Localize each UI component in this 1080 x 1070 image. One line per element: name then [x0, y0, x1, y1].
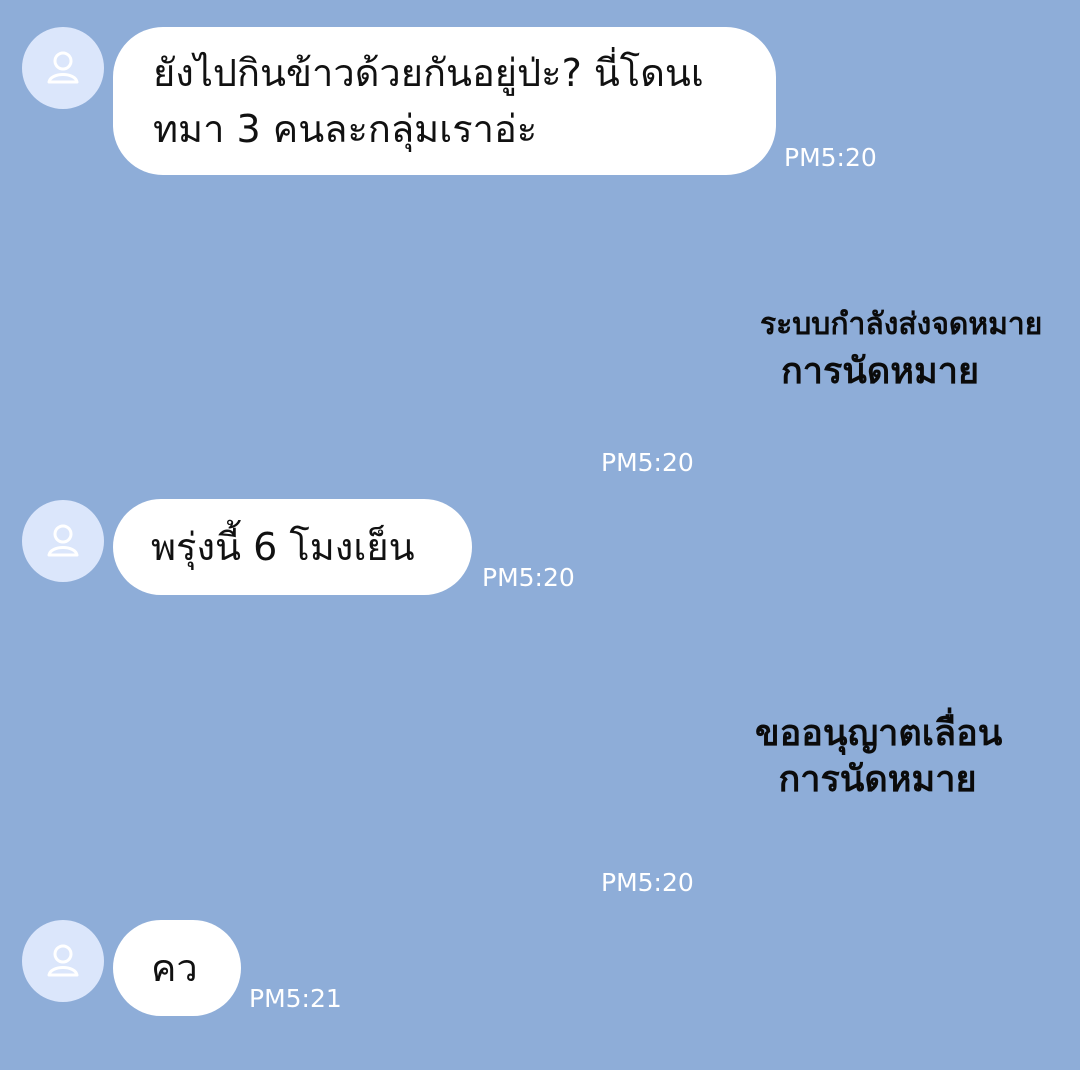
message-timestamp: PM5:20: [601, 448, 694, 477]
sticker-text-line: ระบบกำลังส่งจดหมาย: [760, 307, 1043, 342]
sticker-message[interactable]: ขออนุญาตเลื่อน การนัดหมาย: [755, 710, 1003, 802]
sender-avatar[interactable]: [22, 920, 104, 1002]
message-timestamp: PM5:20: [784, 143, 877, 172]
message-text-line: ทมา 3 คนละกลุ่มเราอ่ะ: [153, 107, 538, 151]
message-text-line: ยังไปกินข้าวด้วยกันอยู่ป่ะ? นี่โดนเ: [153, 51, 704, 95]
message-bubble[interactable]: พรุ่งนี้ 6 โมงเย็น: [113, 499, 472, 595]
message-bubble[interactable]: ยังไปกินข้าวด้วยกันอยู่ป่ะ? นี่โดนเ ทมา …: [113, 27, 776, 175]
message-timestamp: PM5:20: [601, 868, 694, 897]
message-bubble[interactable]: คว: [113, 920, 241, 1016]
sticker-text-line: การนัดหมาย: [780, 350, 980, 392]
message-timestamp: PM5:21: [249, 984, 342, 1013]
person-icon: [47, 944, 79, 977]
person-icon: [47, 51, 79, 84]
sticker-text-line: ขออนุญาตเลื่อน: [755, 712, 1003, 754]
message-timestamp: PM5:20: [482, 563, 575, 592]
sender-avatar[interactable]: [22, 27, 104, 109]
sender-avatar[interactable]: [22, 500, 104, 582]
person-icon: [47, 524, 79, 557]
message-text: พรุ่งนี้ 6 โมงเย็น: [151, 525, 415, 569]
sticker-text-line: การนัดหมาย: [778, 758, 977, 800]
sticker-message[interactable]: ระบบกำลังส่งจดหมาย การนัดหมาย: [760, 302, 1043, 394]
message-text: คว: [151, 946, 198, 990]
